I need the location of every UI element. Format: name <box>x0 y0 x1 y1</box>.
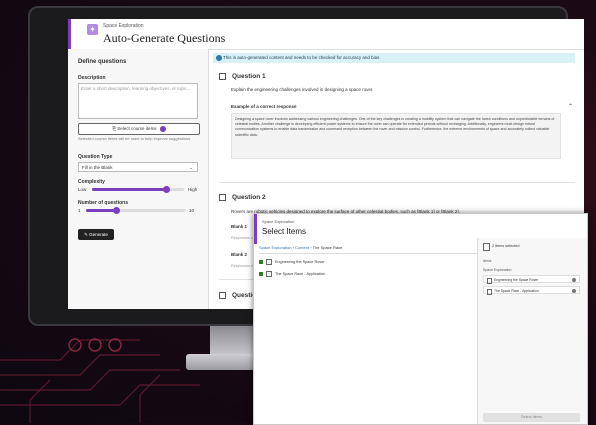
complexity-low: Low <box>78 187 87 192</box>
dialog-breadcrumb[interactable]: Space Exploration <box>262 219 294 224</box>
checkbox[interactable] <box>219 73 226 80</box>
page-title: Auto-Generate Questions <box>103 31 226 45</box>
accent-bar <box>254 214 257 244</box>
list-item[interactable]: The Space Race - Application <box>259 271 325 277</box>
path-space-race: The Space Race <box>312 245 343 250</box>
helper-text: Selected course items will be used to he… <box>78 136 191 141</box>
num-questions-label: Number of questions <box>78 200 129 206</box>
select-items-label: Select course items <box>117 126 157 131</box>
example-heading: Example of a correct response <box>231 104 297 109</box>
group-label: Space Exploration <box>483 268 512 272</box>
app-header: ✦ Space Exploration Auto-Generate Questi… <box>68 19 584 50</box>
selected-item-label: Engineering the Space Rover <box>494 278 539 282</box>
info-banner: This is auto-generated content and needs… <box>213 53 575 63</box>
num-handle[interactable] <box>113 207 120 214</box>
checkbox[interactable] <box>219 292 226 299</box>
question-1-text: Explain the engineering challenges invol… <box>231 87 374 92</box>
selected-item: The Space Race - Application <box>483 286 580 295</box>
question-2-title[interactable]: Question 2 <box>219 194 266 201</box>
items-section-label: Items <box>483 259 492 263</box>
document-icon <box>487 289 492 295</box>
blank-2-label: Blank 2 <box>231 252 248 257</box>
selected-item-label: The Space Race - Application <box>494 289 539 293</box>
item-label: Engineering the Space Rover <box>275 260 325 264</box>
question-title: Question 1 <box>232 73 266 81</box>
chevron-down-icon: ⌄ <box>189 165 193 170</box>
define-questions-panel: Define questions Description Enter a sho… <box>68 49 209 309</box>
list-item[interactable]: Engineering the Space Rover <box>259 259 325 265</box>
divider <box>219 182 575 183</box>
checkbox[interactable] <box>219 194 226 201</box>
remove-icon[interactable] <box>572 289 576 293</box>
question-type-select[interactable]: Fill in the Blank ⌄ <box>78 162 198 172</box>
checked-icon[interactable] <box>259 272 263 276</box>
info-icon <box>216 55 222 61</box>
path-content[interactable]: Content <box>295 245 309 250</box>
item-label: The Space Race - Application <box>275 272 326 276</box>
num-max: 10 <box>189 208 195 213</box>
complexity-fill <box>92 188 166 191</box>
document-icon <box>487 278 492 284</box>
complexity-label: Complexity <box>78 179 105 185</box>
num-min: 1 <box>78 208 81 213</box>
select-items-button[interactable]: Select Items <box>483 413 580 422</box>
question-1-title[interactable]: Question 1 <box>219 73 266 80</box>
blank-1-label: Blank 1 <box>231 224 248 229</box>
chevron-up-icon[interactable]: ⌃ <box>568 103 573 110</box>
question-title: Question 2 <box>232 194 266 202</box>
num-fill <box>86 209 116 212</box>
path-space-exploration[interactable]: Space Exploration <box>259 245 291 250</box>
breadcrumb[interactable]: Space Exploration <box>103 23 144 29</box>
accent-bar <box>68 19 71 49</box>
complexity-handle[interactable] <box>163 186 170 193</box>
folder-path: Space Exploration › Content › The Space … <box>259 245 342 250</box>
example-response: Designing a space rover involves address… <box>231 113 561 159</box>
document-icon <box>266 271 272 277</box>
question-type-value: Fill in the Blank <box>82 165 113 170</box>
description-input[interactable]: Enter a short description, learning obje… <box>78 83 198 119</box>
complexity-slider[interactable] <box>92 186 184 193</box>
remove-icon[interactable] <box>572 278 576 282</box>
app-icon: ✦ <box>87 24 98 35</box>
generate-button[interactable]: ✎ Generate <box>78 229 114 240</box>
select-course-items-button[interactable]: ⎘ Select course items <box>78 123 200 135</box>
num-questions-slider[interactable] <box>86 207 186 214</box>
selected-items-panel: 2 items selected Items Space Exploration… <box>477 238 587 424</box>
description-label: Description <box>78 75 106 81</box>
banner-text: This is auto-generated content and needs… <box>223 55 380 60</box>
divider <box>259 253 477 254</box>
question-type-label: Question Type <box>78 154 113 160</box>
panel-heading: Define questions <box>78 59 127 65</box>
checked-icon[interactable] <box>259 260 263 264</box>
count-badge <box>159 125 166 132</box>
selected-count: 2 items selected <box>492 244 520 248</box>
selected-item: Engineering the Space Rover <box>483 275 580 284</box>
document-icon <box>266 259 272 265</box>
select-items-dialog: Space Exploration Select Items Space Exp… <box>253 213 588 425</box>
complexity-high: High <box>188 187 198 192</box>
dialog-title: Select Items <box>262 227 307 236</box>
generate-label: Generate <box>89 232 108 237</box>
document-icon <box>483 243 490 251</box>
